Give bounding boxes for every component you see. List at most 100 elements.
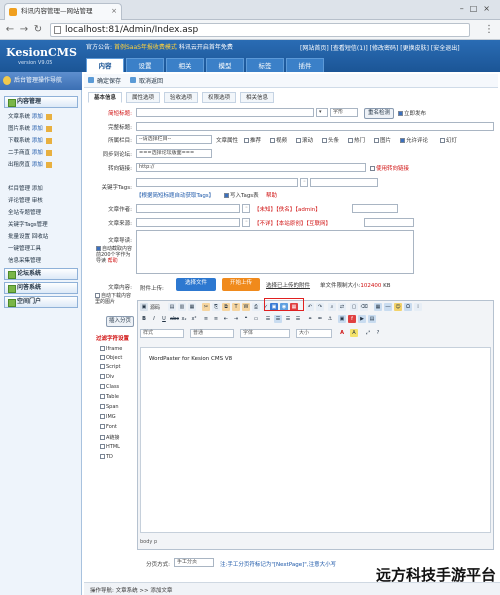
auto-tags-link[interactable]: 【根据简短标题自动获取Tags】 [136, 191, 214, 199]
find-icon[interactable]: ⌕ [328, 303, 336, 311]
filter-iframe[interactable]: Iframe [100, 346, 122, 352]
source-button[interactable]: 源码 [150, 304, 160, 311]
url-field[interactable]: localhost:81/Admin/Index.asp [50, 23, 470, 37]
format-select[interactable]: 普通 [190, 329, 234, 338]
media-icon[interactable]: ▶ [358, 315, 366, 323]
allow-comment-checkbox[interactable]: 允许评论 [400, 136, 428, 144]
strike-icon[interactable]: abc [170, 315, 179, 323]
author-select[interactable] [352, 204, 398, 213]
link-icon[interactable]: ⚭ [306, 315, 314, 323]
copy-icon[interactable]: ⎘ [212, 303, 220, 311]
tab-review[interactable]: 验收选项 [164, 92, 199, 103]
filter-script[interactable]: Script [100, 364, 121, 370]
title-input[interactable] [136, 108, 314, 117]
underline-icon[interactable]: U [160, 315, 168, 323]
filter-table[interactable]: Table [100, 394, 119, 400]
sidebar-item-article[interactable]: 文章系统 添加 [8, 112, 52, 120]
sidebar-item-column[interactable]: 栏目管理 添加 [8, 184, 43, 192]
size-select[interactable]: 大小 [296, 329, 332, 338]
save-button[interactable]: 确定保存 [88, 76, 121, 85]
author-quick-links[interactable]: 【未知】【佚名】【admin】 [254, 205, 321, 213]
tab-permission[interactable]: 权限选项 [202, 92, 237, 103]
source-select[interactable] [364, 218, 414, 227]
notice-text[interactable]: 首例SaaS年报收费模式 [114, 44, 177, 51]
undo-icon[interactable]: ↶ [306, 303, 314, 311]
keywords-select[interactable] [310, 178, 378, 187]
iframe-icon[interactable]: ▤ [368, 315, 376, 323]
attr-recommend[interactable]: 推荐 [244, 136, 261, 144]
attr-headline[interactable]: 头条 [322, 136, 339, 144]
nav-tab-plugin[interactable]: 插件 [286, 58, 324, 72]
editor-body[interactable]: WordPaster for Kesion CMS V8 [140, 347, 491, 533]
sidebar-item-collect[interactable]: 信息采集管理 [8, 256, 41, 264]
remove-format-icon[interactable]: ⌫ [360, 303, 368, 311]
source-input[interactable] [136, 218, 240, 227]
subscript-icon[interactable]: x₂ [180, 315, 188, 323]
attr-scroll[interactable]: 滚动 [296, 136, 313, 144]
paste-text-icon[interactable]: T [232, 303, 240, 311]
start-upload-button[interactable]: 开始上传 [222, 278, 260, 291]
auto-img-checkbox[interactable]: 自动下载内容里的图片 [95, 293, 135, 305]
preview-icon[interactable]: ▥ [178, 303, 186, 311]
page-break-icon[interactable]: ⁞ [414, 303, 422, 311]
italic-icon[interactable]: I [150, 315, 158, 323]
maximize-icon[interactable]: ⤢ [364, 329, 372, 337]
filter-img[interactable]: IMG [100, 414, 116, 420]
top-links[interactable]: [网站首页] [查看短信(1)] [修改密码] [更换皮肤] [安全退出] [300, 43, 460, 52]
align-right-icon[interactable]: ☰ [284, 315, 292, 323]
full-title-input[interactable] [136, 122, 494, 131]
keywords-input[interactable] [136, 178, 298, 187]
filter-div[interactable]: Div [100, 374, 114, 380]
sidebar-item-tags[interactable]: 关键字Tags管理 [8, 220, 48, 228]
template-icon[interactable]: ▦ [188, 303, 196, 311]
dup-check-button[interactable]: 重名检测 [364, 108, 394, 119]
flash-icon[interactable]: f [348, 315, 356, 323]
forum-select[interactable]: ===选择论坛版面=== [136, 149, 212, 158]
browser-tab[interactable]: 科讯内容管理—网站管理 × [4, 3, 122, 20]
forward-arrow-icon[interactable]: → [18, 24, 30, 36]
tab-relations[interactable]: 相关信息 [240, 92, 275, 103]
redirect-input[interactable]: http:// [136, 163, 366, 172]
paste-icon[interactable]: ⧉ [222, 303, 230, 311]
style-select[interactable]: 样式 [140, 329, 184, 338]
align-center-icon[interactable]: ☰ [274, 315, 282, 323]
select-all-icon[interactable]: ▢ [350, 303, 358, 311]
nav-tab-settings[interactable]: 设置 [126, 58, 164, 72]
table-icon[interactable]: ▦ [374, 303, 382, 311]
author-input[interactable] [136, 204, 240, 213]
bg-color-icon[interactable]: A [350, 329, 358, 337]
ordered-list-icon[interactable]: ≡ [202, 315, 210, 323]
close-tab-icon[interactable]: × [111, 4, 117, 19]
paste-word-icon[interactable]: W [242, 303, 250, 311]
slide-checkbox[interactable]: 幻灯 [440, 136, 457, 144]
redo-icon[interactable]: ↷ [316, 303, 324, 311]
anchor-icon[interactable]: ⚓ [326, 315, 334, 323]
tab-attributes[interactable]: 属性选项 [126, 92, 161, 103]
align-left-icon[interactable]: ☰ [264, 315, 272, 323]
sidebar-item-tools[interactable]: 一键管理工具 [8, 244, 41, 252]
paging-select[interactable]: 手工分页 [174, 558, 214, 567]
sidebar-item-batch[interactable]: 批量设置 回收站 [8, 232, 48, 240]
filter-class[interactable]: Class [100, 384, 119, 390]
attr-image[interactable]: 图片 [374, 136, 391, 144]
choose-uploaded-link[interactable]: 选择已上传的附件 [266, 281, 310, 289]
text-color-icon[interactable]: A [338, 329, 346, 337]
superscript-icon[interactable]: x² [190, 315, 198, 323]
nav-tab-label[interactable]: 标签 [246, 58, 284, 72]
filter-object[interactable]: Object [100, 355, 122, 361]
unlink-icon[interactable]: ⚮ [316, 315, 324, 323]
cut-icon[interactable]: ✂ [202, 303, 210, 311]
back-arrow-icon[interactable]: ← [4, 24, 16, 36]
print-icon[interactable]: ⎙ [252, 303, 260, 311]
font-select[interactable]: 字体 [240, 329, 290, 338]
keywords-icon[interactable]: ◦ [300, 178, 308, 187]
notice-more[interactable]: 科讯云开启首年免费 [179, 44, 233, 51]
nav-tab-content[interactable]: 内容 [86, 58, 124, 72]
justify-icon[interactable]: ☰ [294, 315, 302, 323]
sidebar-item-rent[interactable]: 出租房直 添加 [8, 160, 52, 168]
tab-basic[interactable]: 基本信息 [88, 92, 123, 103]
new-doc-icon[interactable]: ▤ [168, 303, 176, 311]
reload-icon[interactable]: ↻ [32, 24, 44, 36]
three-dots-icon[interactable]: ⋮ [484, 24, 494, 35]
special-char-icon[interactable]: Ω [404, 303, 412, 311]
